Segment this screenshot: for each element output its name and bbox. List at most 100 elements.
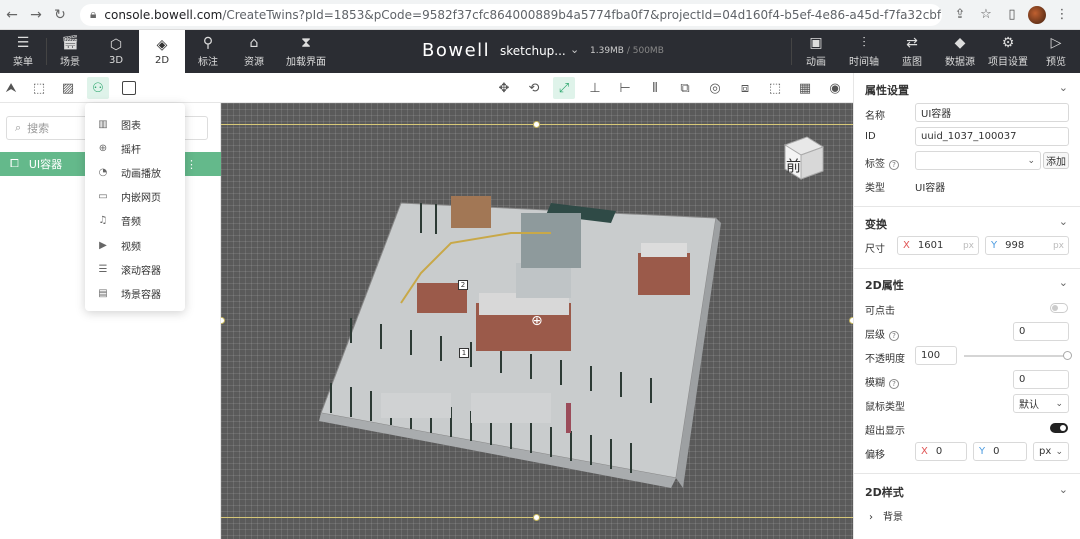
transform-section-title: 变换 [865,218,887,231]
frame-tool-icon[interactable]: ⬚ [28,77,50,99]
tag-select[interactable]: ⌄ [915,151,1041,170]
select-tool-icon[interactable]: ⮝ [0,77,22,99]
chevron-down-icon: ⌄ [1027,155,1035,166]
name-input[interactable]: UI容器 [915,103,1069,122]
resource-button[interactable]: ⌂ 资源 [231,30,277,73]
marker-2[interactable]: 2 [458,280,468,290]
layer-input[interactable]: 0 [1013,322,1069,341]
menu-item-joystick[interactable]: ⊕ 摇杆 [85,136,185,160]
offset-label: 偏移 [865,450,885,461]
more-icon[interactable]: ⋮ [186,158,197,171]
address-bar[interactable]: 🔒︎ console.bowell.com/CreateTwins?pId=18… [80,3,942,26]
section-divider [854,473,1080,474]
opacity-input[interactable]: 100 [915,346,957,365]
component-icon[interactable]: ⬚ [764,77,786,99]
2d-button[interactable]: ◈ 2D [139,30,185,73]
layers-icon: ◈ [156,36,168,53]
blur-input[interactable]: 0 [1013,370,1069,389]
3d-button[interactable]: ⬡ 3D [93,30,139,73]
help-icon[interactable]: ? [889,160,899,170]
distribute-icon[interactable]: ⫴ [644,77,666,99]
canvas-viewport[interactable]: 前 2 1 ⊕ [221,103,853,539]
help-icon[interactable]: ? [889,379,899,389]
scale-icon[interactable]: ⤢ [553,77,575,99]
type-label: 类型 [865,183,885,194]
snap-icon[interactable]: ⧉ [674,77,696,99]
reload-icon[interactable]: ↻ [48,3,72,27]
offset-unit-select[interactable]: px ⌄ [1033,442,1069,461]
menu-item-scroll-container[interactable]: ☰ 滚动容器 [85,257,185,281]
container-tool-icon[interactable] [118,77,140,99]
avatar[interactable] [1028,5,1046,24]
menu-item-audio[interactable]: ♫ 音频 [85,209,185,233]
star-icon[interactable]: ☆ [976,5,996,25]
chevron-down-icon[interactable]: ⌄ [1059,81,1068,94]
section-divider [854,268,1080,269]
marker-1[interactable]: 1 [459,348,469,358]
menu-item-webpage[interactable]: ▭ 内嵌网页 [85,185,185,209]
view-icon[interactable]: ◉ [824,77,846,99]
datasource-button[interactable]: ◆ 数据源 [936,30,984,73]
slider-thumb[interactable] [1063,351,1072,360]
offset-y-input[interactable]: Y0 [973,442,1027,461]
background-row[interactable]: › 背景 [869,508,903,523]
url-domain: console.bowell.com [104,7,223,22]
target-icon[interactable]: ◎ [704,77,726,99]
preview-button[interactable]: ▷ 预览 [1032,30,1080,73]
timeline-icon: ⫶ [862,34,866,51]
timeline-button[interactable]: ⫶ 时间轴 [840,30,888,73]
annotation-button[interactable]: ⚲ 标注 [185,30,231,73]
container-icon: ⧠ [10,157,19,170]
chevron-down-icon[interactable]: ⌄ [570,43,579,56]
database-icon: ◆ [954,34,966,51]
id-input[interactable]: uuid_1037_100037 [915,127,1069,146]
chevron-down-icon[interactable]: ⌄ [1059,483,1068,496]
sidebar-icon[interactable]: ▯ [1002,5,1022,25]
opacity-slider[interactable] [964,351,1072,360]
project-settings-button[interactable]: ⚙ 项目设置 [984,30,1032,73]
animation-button[interactable]: ▣ 动画 [792,30,840,73]
width-input[interactable]: X 1601 px [897,236,979,255]
share-icon[interactable]: ⇪ [950,5,970,25]
add-tag-button[interactable]: 添加 [1043,152,1069,169]
animation-icon: ◔ [98,166,108,178]
height-input[interactable]: Y 998 px [985,236,1069,255]
more-icon[interactable]: ⋮ [1052,5,1072,25]
blueprint-button[interactable]: ⇄ 蓝图 [888,30,936,73]
align-bottom-icon[interactable]: ⊥ [584,77,606,99]
menu-item-chart[interactable]: ▥ 图表 [85,112,185,136]
menu-item-scene-container[interactable]: ▤ 场景容器 [85,281,185,305]
help-icon[interactable]: ? [889,331,899,341]
chevron-right-icon: › [869,512,873,523]
pivot-icon[interactable]: ⊕ [531,313,543,329]
web-icon: ▭ [98,191,108,203]
align-left-icon[interactable]: ⊢ [614,77,636,99]
overflow-toggle[interactable] [1050,423,1068,433]
chart-icon: ▥ [98,118,108,130]
menu-item-video[interactable]: ▶ 视频 [85,233,185,257]
brand-logo: Bowell [422,40,491,61]
offset-x-input[interactable]: X0 [915,442,967,461]
clapperboard-icon: 🎬︎ [61,34,79,51]
chevron-down-icon[interactable]: ⌄ [1059,215,1068,228]
cursor-type-select[interactable]: 默认 ⌄ [1013,394,1069,413]
forward-icon[interactable]: → [24,3,48,27]
scene-button[interactable]: 🎬︎ 场景 [47,30,93,73]
chevron-down-icon[interactable]: ⌄ [1059,276,1068,289]
widget-tool-icon[interactable]: ⚇ [87,77,109,99]
loading-screen-button[interactable]: ⧗ 加载界面 [277,30,335,73]
project-name[interactable]: sketchup... [500,44,566,58]
rotate-icon[interactable]: ⟲ [523,77,545,99]
clickable-label: 可点击 [865,306,895,317]
tag-label: 标签? [865,155,899,170]
joystick-icon: ⊕ [98,142,108,154]
clickable-toggle[interactable] [1050,303,1068,313]
chevron-down-icon: ⌄ [1055,398,1063,409]
menu-button[interactable]: ☰ 菜单 [0,30,46,73]
image-tool-icon[interactable]: ▨ [57,77,79,99]
move-icon[interactable]: ✥ [493,77,515,99]
group-icon[interactable]: ⧈ [734,77,756,99]
back-icon[interactable]: ← [0,3,24,27]
grid-icon[interactable]: ▦ [794,77,816,99]
menu-item-animation[interactable]: ◔ 动画播放 [85,160,185,184]
